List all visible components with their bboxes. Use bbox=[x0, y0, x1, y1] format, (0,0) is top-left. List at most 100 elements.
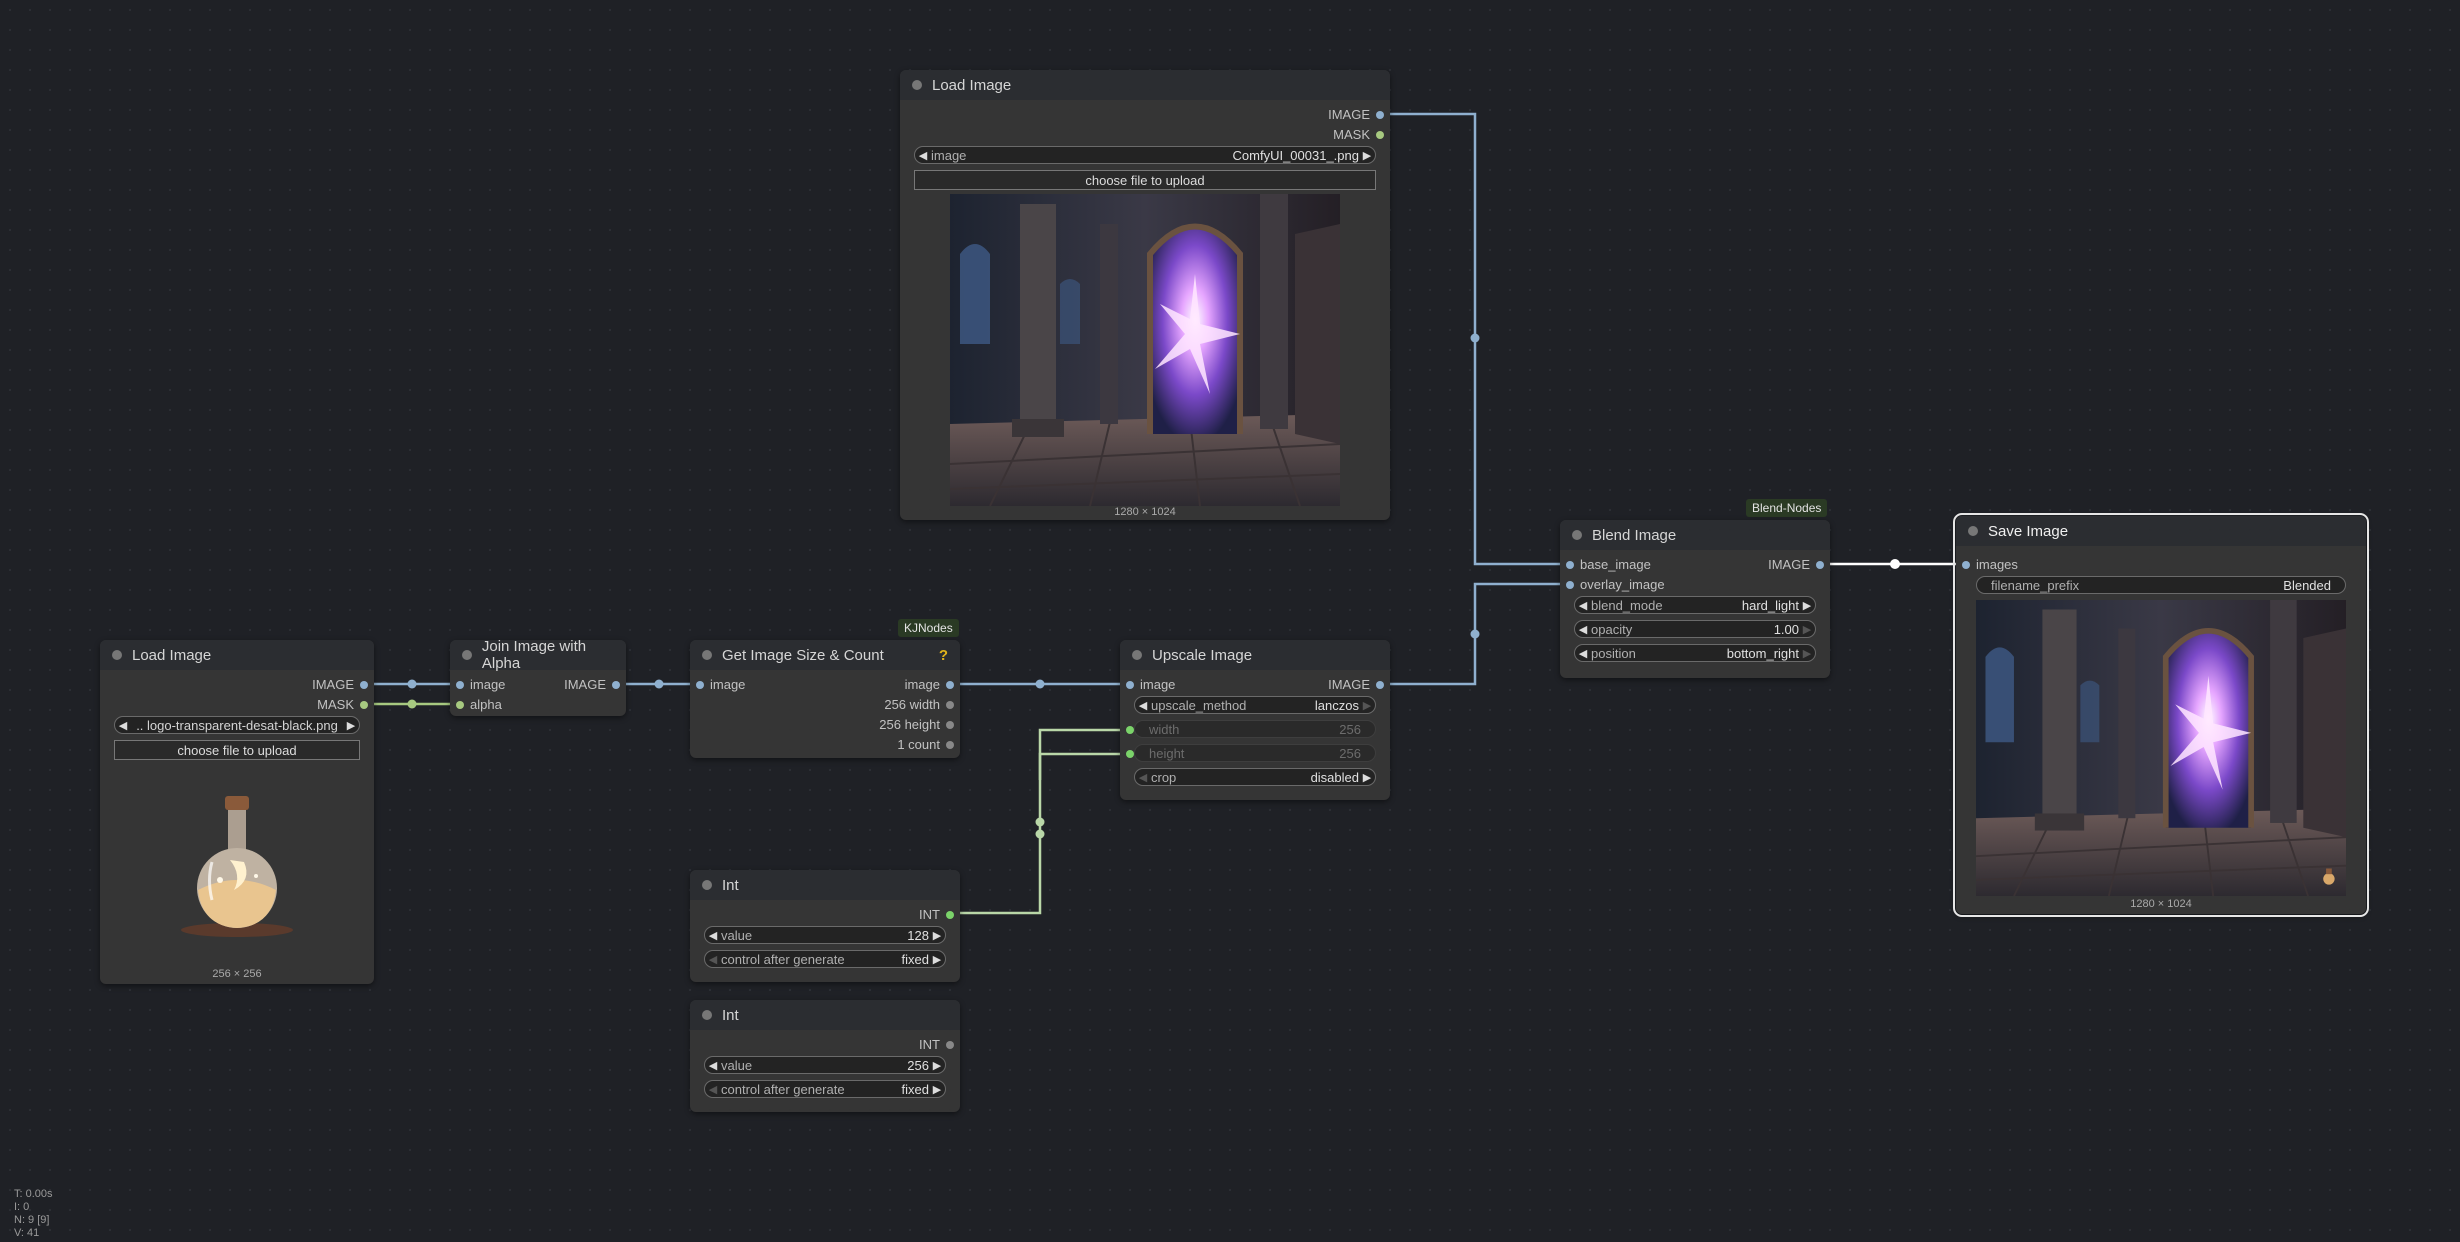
node-title-bar[interactable]: Int bbox=[690, 870, 960, 900]
node-title-bar[interactable]: Int bbox=[690, 1000, 960, 1030]
arrow-left-icon[interactable]: ◀ bbox=[1575, 623, 1591, 636]
arrow-right-icon[interactable]: ▶ bbox=[929, 1083, 945, 1096]
input-socket-overlay-image[interactable] bbox=[1566, 581, 1574, 589]
width-value: 256 bbox=[1339, 721, 1361, 737]
width-input[interactable]: width 256 bbox=[1134, 720, 1376, 738]
input-socket-image[interactable] bbox=[456, 681, 464, 689]
node-title-bar[interactable]: Join Image with Alpha bbox=[450, 638, 626, 672]
output-socket-int[interactable] bbox=[946, 911, 954, 919]
output-label-int: INT bbox=[919, 907, 940, 922]
output-socket-height[interactable] bbox=[946, 721, 954, 729]
arrow-right-icon[interactable]: ▶ bbox=[343, 719, 359, 732]
arrow-left-icon[interactable]: ◀ bbox=[1135, 699, 1151, 712]
arrow-left-icon[interactable]: ◀ bbox=[705, 953, 721, 966]
position-select[interactable]: ◀ position bottom_right ▶ bbox=[1574, 644, 1816, 662]
node-title-bar[interactable]: Get Image Size & Count ? bbox=[690, 640, 960, 670]
collapse-dot-icon[interactable] bbox=[112, 650, 122, 660]
stat-vertices: V: 41 bbox=[14, 1227, 40, 1239]
upscale-method-select[interactable]: ◀ upscale_method lanczos ▶ bbox=[1134, 696, 1376, 714]
arrow-right-icon[interactable]: ▶ bbox=[929, 953, 945, 966]
input-socket-image[interactable] bbox=[696, 681, 704, 689]
image-dimensions: 256 × 256 bbox=[212, 968, 262, 980]
control-after-generate-select[interactable]: ◀ control after generate fixed ▶ bbox=[704, 1080, 946, 1098]
output-socket-mask[interactable] bbox=[1376, 131, 1384, 139]
value-input[interactable]: ◀ value 128 ▶ bbox=[704, 926, 946, 944]
input-socket-width[interactable] bbox=[1126, 726, 1134, 734]
output-socket-image[interactable] bbox=[946, 681, 954, 689]
value-input[interactable]: ◀ value 256 ▶ bbox=[704, 1056, 946, 1074]
upscale-image-node[interactable]: Upscale Image image IMAGE ◀ upscale_meth… bbox=[1120, 640, 1390, 800]
output-socket-image[interactable] bbox=[1816, 561, 1824, 569]
arrow-right-icon[interactable]: ▶ bbox=[929, 1059, 945, 1072]
load-image-left-node[interactable]: Load Image IMAGE MASK ◀ .. logo-transpar… bbox=[100, 640, 374, 984]
output-socket-image[interactable] bbox=[1376, 111, 1384, 119]
output-socket-image[interactable] bbox=[612, 681, 620, 689]
choose-file-upload-button[interactable]: choose file to upload bbox=[114, 740, 360, 760]
save-image-node[interactable]: Save Image images filename_prefix Blende… bbox=[1953, 513, 2369, 917]
image-select[interactable]: ◀ image ComfyUI_00031_.png ▶ bbox=[914, 146, 1376, 164]
collapse-dot-icon[interactable] bbox=[702, 1010, 712, 1020]
output-socket-mask[interactable] bbox=[360, 701, 368, 709]
input-socket-alpha[interactable] bbox=[456, 701, 464, 709]
output-socket-image[interactable] bbox=[1376, 681, 1384, 689]
input-socket-image[interactable] bbox=[1126, 681, 1134, 689]
arrow-left-icon[interactable]: ◀ bbox=[1575, 599, 1591, 612]
arrow-right-icon[interactable]: ▶ bbox=[1359, 771, 1375, 784]
get-image-size-count-node[interactable]: Get Image Size & Count ? image image 256… bbox=[690, 640, 960, 758]
input-socket-height[interactable] bbox=[1126, 750, 1134, 758]
output-socket-width[interactable] bbox=[946, 701, 954, 709]
arrow-right-icon[interactable]: ▶ bbox=[1359, 699, 1375, 712]
input-socket-images[interactable] bbox=[1962, 561, 1970, 569]
image-select-value: .. logo-transparent-desat-black.png bbox=[136, 717, 338, 733]
arrow-left-icon[interactable]: ◀ bbox=[115, 719, 131, 732]
control-after-generate-select[interactable]: ◀ control after generate fixed ▶ bbox=[704, 950, 946, 968]
join-image-alpha-node[interactable]: Join Image with Alpha image alpha IMAGE bbox=[450, 638, 626, 716]
help-question-icon[interactable]: ? bbox=[939, 647, 948, 664]
output-socket-count[interactable] bbox=[946, 741, 954, 749]
crop-label: crop bbox=[1151, 769, 1177, 785]
node-title: Get Image Size & Count bbox=[722, 646, 884, 664]
choose-file-upload-button[interactable]: choose file to upload bbox=[914, 170, 1376, 190]
filename-prefix-input[interactable]: filename_prefix Blended bbox=[1976, 576, 2346, 594]
arrow-left-icon[interactable]: ◀ bbox=[915, 149, 931, 162]
node-title: Join Image with Alpha bbox=[481, 638, 587, 672]
arrow-right-icon[interactable]: ▶ bbox=[1799, 647, 1815, 660]
crop-select[interactable]: ◀ crop disabled ▶ bbox=[1134, 768, 1376, 786]
wire-int-to-upscale-height bbox=[1038, 752, 1130, 780]
arrow-left-icon[interactable]: ◀ bbox=[1575, 647, 1591, 660]
collapse-dot-icon[interactable] bbox=[702, 650, 712, 660]
node-title-bar[interactable]: Load Image bbox=[900, 70, 1390, 100]
node-title-bar[interactable]: Blend Image bbox=[1560, 520, 1830, 550]
arrow-right-icon[interactable]: ▶ bbox=[1359, 149, 1375, 162]
arrow-right-icon[interactable]: ▶ bbox=[1799, 599, 1815, 612]
blend-mode-select[interactable]: ◀ blend_mode hard_light ▶ bbox=[1574, 596, 1816, 614]
node-title-bar[interactable]: Load Image bbox=[100, 640, 374, 670]
image-select[interactable]: ◀ .. logo-transparent-desat-black.png ▶ bbox=[114, 716, 360, 734]
output-socket-image[interactable] bbox=[360, 681, 368, 689]
int-node-1[interactable]: Int INT ◀ value 128 ▶ ◀ control after ge… bbox=[690, 870, 960, 982]
collapse-dot-icon[interactable] bbox=[1968, 526, 1978, 536]
arrow-left-icon[interactable]: ◀ bbox=[705, 1059, 721, 1072]
height-input[interactable]: height 256 bbox=[1134, 744, 1376, 762]
int-node-2[interactable]: Int INT ◀ value 256 ▶ ◀ control after ge… bbox=[690, 1000, 960, 1112]
node-title-bar[interactable]: Save Image bbox=[1956, 516, 2366, 546]
collapse-dot-icon[interactable] bbox=[1132, 650, 1142, 660]
arrow-left-icon[interactable]: ◀ bbox=[1135, 771, 1151, 784]
collapse-dot-icon[interactable] bbox=[462, 650, 472, 660]
blend-image-node[interactable]: Blend Image base_image overlay_image IMA… bbox=[1560, 520, 1830, 678]
arrow-left-icon[interactable]: ◀ bbox=[705, 929, 721, 942]
opacity-input[interactable]: ◀ opacity 1.00 ▶ bbox=[1574, 620, 1816, 638]
output-socket-int[interactable] bbox=[946, 1041, 954, 1049]
node-title: Load Image bbox=[932, 76, 1012, 94]
input-socket-base-image[interactable] bbox=[1566, 561, 1574, 569]
preview-image-hall bbox=[950, 194, 1340, 506]
arrow-right-icon[interactable]: ▶ bbox=[929, 929, 945, 942]
output-label-mask: MASK bbox=[1333, 127, 1370, 142]
collapse-dot-icon[interactable] bbox=[912, 80, 922, 90]
arrow-right-icon[interactable]: ▶ bbox=[1799, 623, 1815, 636]
collapse-dot-icon[interactable] bbox=[702, 880, 712, 890]
load-image-top-node[interactable]: Load Image IMAGE MASK ◀ image ComfyUI_00… bbox=[900, 70, 1390, 520]
arrow-left-icon[interactable]: ◀ bbox=[705, 1083, 721, 1096]
node-title-bar[interactable]: Upscale Image bbox=[1120, 640, 1390, 670]
collapse-dot-icon[interactable] bbox=[1572, 530, 1582, 540]
